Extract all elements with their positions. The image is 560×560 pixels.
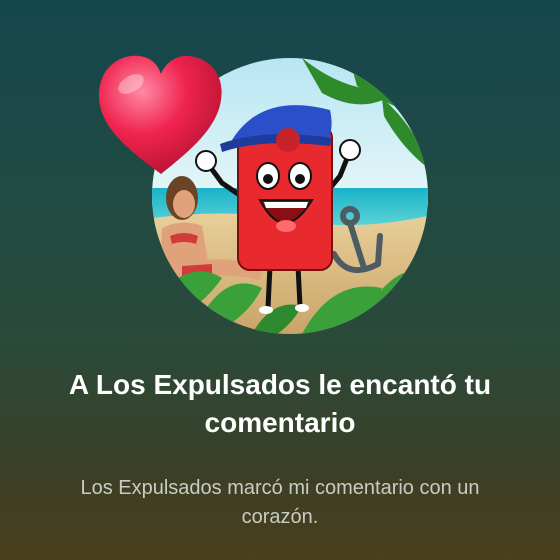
notification-body: Los Expulsados marcó mi comentario con u… bbox=[80, 477, 480, 528]
heart-icon bbox=[95, 52, 227, 178]
notification-title: A Los Expulsados le encantó tu comentari… bbox=[68, 369, 492, 438]
notification-card: A Los Expulsados le encantó tu comentari… bbox=[0, 0, 560, 560]
